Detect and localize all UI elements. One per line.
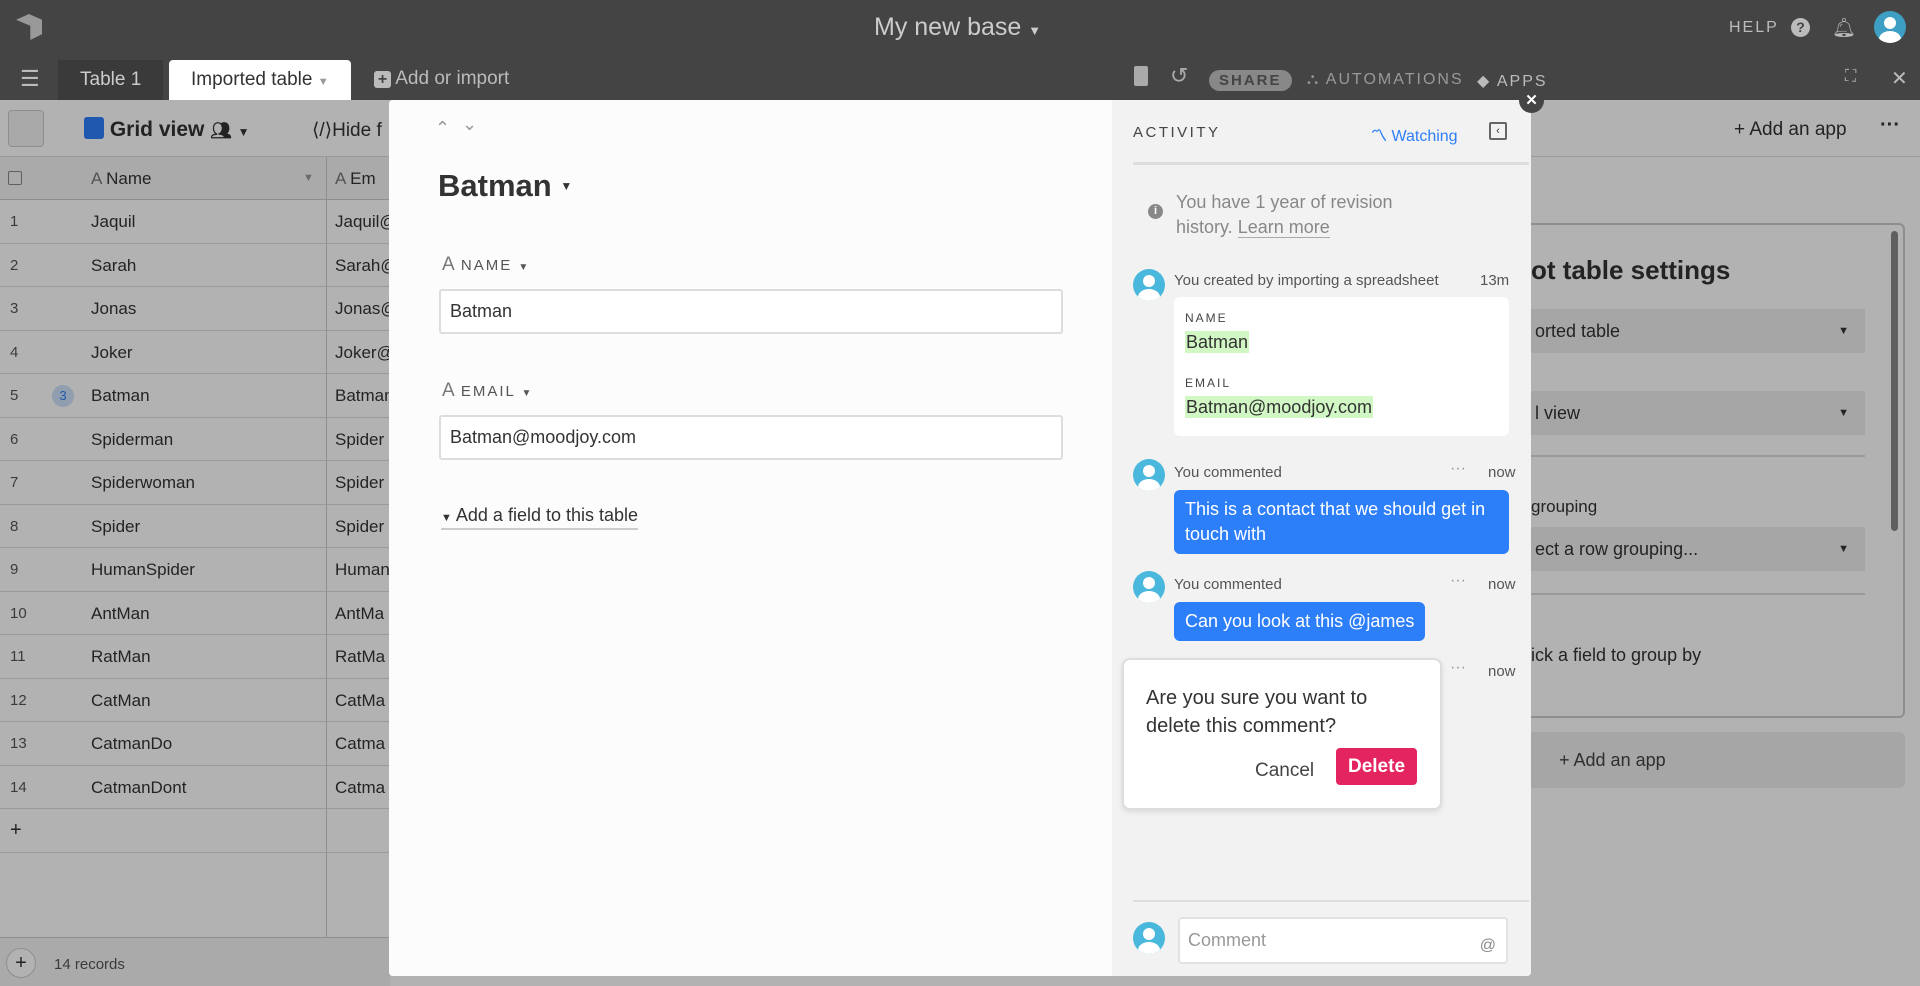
top-bar: My new base ▼ HELP ? 🔔︎ bbox=[0, 0, 1920, 54]
add-or-import-label: Add or import bbox=[395, 68, 510, 89]
info-text: history. bbox=[1176, 217, 1233, 237]
help-text: HELP bbox=[1729, 19, 1779, 36]
automations-label: AUTOMATIONS bbox=[1325, 71, 1464, 88]
plus-square-icon: + bbox=[374, 71, 391, 88]
chevron-down-icon: ▼ bbox=[521, 388, 534, 399]
comment-placeholder: Comment bbox=[1188, 930, 1267, 950]
collapse-panel-icon[interactable]: ‹ bbox=[1489, 122, 1507, 140]
bell-icon[interactable]: 🔔︎ bbox=[1832, 16, 1856, 40]
name-field[interactable]: Batman bbox=[439, 289, 1063, 334]
avatar bbox=[1133, 459, 1165, 491]
chevron-down-icon: ▼ bbox=[560, 179, 573, 193]
automations-icon: ⛬ bbox=[1307, 71, 1321, 88]
divider bbox=[1133, 162, 1529, 165]
timestamp: now bbox=[1488, 464, 1516, 481]
field-label: NAME bbox=[1185, 311, 1228, 325]
chevron-down-icon: ▼ bbox=[317, 76, 329, 88]
learn-more-link[interactable]: Learn more bbox=[1237, 217, 1330, 238]
cancel-button[interactable]: Cancel bbox=[1255, 760, 1314, 782]
add-field-button[interactable]: ▼ Add a field to this table bbox=[441, 505, 639, 530]
add-field-label: Add a field to this table bbox=[455, 505, 639, 525]
highlight: Batman bbox=[1185, 331, 1250, 353]
base-name-text: My new base bbox=[874, 13, 1022, 41]
activity-pane: ACTIVITY 〽 Watching ‹ i You have 1 year … bbox=[1112, 100, 1531, 976]
caret-icon: ▼ bbox=[441, 512, 452, 524]
chevron-down-icon: ▼ bbox=[518, 262, 531, 273]
user-avatar[interactable] bbox=[1874, 11, 1906, 43]
field-label: EMAIL bbox=[1185, 376, 1232, 390]
field-label-text: EMAIL bbox=[460, 383, 516, 400]
mention-button[interactable]: @ bbox=[1480, 937, 1496, 955]
info-text: You have 1 year of revision bbox=[1176, 192, 1393, 212]
highlight: Batman@moodjoy.com bbox=[1185, 396, 1374, 418]
chevron-down-icon: ▼ bbox=[1028, 23, 1042, 38]
timestamp: 13m bbox=[1480, 272, 1510, 289]
info-icon: i bbox=[1148, 204, 1163, 219]
help-link[interactable]: HELP ? bbox=[1729, 18, 1810, 37]
menu-icon[interactable]: ☰ bbox=[20, 66, 40, 92]
record-title[interactable]: Batman ▼ bbox=[438, 168, 572, 204]
comment-options-icon[interactable]: ··· bbox=[1450, 460, 1466, 478]
add-or-import-button[interactable]: + Add or import bbox=[374, 68, 509, 90]
delete-button[interactable]: Delete bbox=[1336, 748, 1417, 785]
fullscreen-icon[interactable]: ⛶ bbox=[1845, 68, 1856, 86]
comment-bubble: This is a contact that we should get in … bbox=[1174, 490, 1509, 554]
activity-created-text: You created by importing a spreadsheet bbox=[1174, 272, 1439, 289]
base-name[interactable]: My new base ▼ bbox=[874, 13, 1041, 42]
comment-bubble: Can you look at this @james bbox=[1174, 602, 1426, 641]
comment-input[interactable]: Comment @ bbox=[1178, 917, 1508, 964]
rss-icon: 〽 bbox=[1371, 128, 1388, 145]
field-label-name[interactable]: A NAME ▼ bbox=[442, 254, 530, 276]
created-fields-card: NAME Batman EMAIL Batman@moodjoy.com bbox=[1174, 297, 1509, 436]
comment-options-icon[interactable]: ··· bbox=[1450, 572, 1466, 590]
close-modal-button[interactable]: ✕ bbox=[1519, 88, 1544, 113]
avatar bbox=[1133, 571, 1165, 603]
text-field-icon: A bbox=[442, 380, 455, 401]
field-label-email[interactable]: A EMAIL ▼ bbox=[442, 380, 533, 402]
timestamp: now bbox=[1488, 663, 1516, 680]
apps-button[interactable]: ◆ APPS bbox=[1477, 71, 1548, 91]
trash-icon[interactable] bbox=[1134, 66, 1148, 86]
avatar bbox=[1133, 269, 1165, 301]
email-field[interactable]: Batman@moodjoy.com bbox=[439, 415, 1063, 460]
timestamp: now bbox=[1488, 576, 1516, 593]
tab-label: Imported table bbox=[191, 69, 313, 90]
tab-table-1[interactable]: Table 1 bbox=[58, 60, 164, 100]
field-label-text: NAME bbox=[460, 257, 513, 274]
apps-icon: ◆ bbox=[1477, 73, 1492, 90]
watching-button[interactable]: 〽 Watching bbox=[1371, 122, 1458, 146]
help-icon: ? bbox=[1790, 18, 1810, 37]
comment-author: You commented bbox=[1174, 576, 1282, 593]
field-value: Batman@moodjoy.com bbox=[1185, 396, 1374, 418]
delete-confirm-popover: Are you sure you want to delete this com… bbox=[1122, 658, 1442, 810]
comment-author: You commented bbox=[1174, 464, 1282, 481]
previous-record-icon[interactable]: ⌃ bbox=[435, 118, 450, 139]
text-field-icon: A bbox=[442, 254, 455, 275]
watching-label: Watching bbox=[1391, 128, 1458, 145]
tab-imported-table[interactable]: Imported table ▼ bbox=[169, 60, 351, 100]
record-modal: ⌃ ⌄ Batman ▼ A NAME ▼ Batman A EMAIL ▼ B… bbox=[389, 100, 1531, 976]
field-value: Batman bbox=[1185, 331, 1250, 353]
record-detail: ⌃ ⌄ Batman ▼ A NAME ▼ Batman A EMAIL ▼ B… bbox=[389, 100, 1112, 976]
activity-header: ACTIVITY bbox=[1133, 124, 1221, 141]
table-tabs: ☰ Table 1 Imported table ▼ + Add or impo… bbox=[0, 54, 1920, 100]
close-apps-icon[interactable]: ✕ bbox=[1891, 66, 1908, 91]
comment-options-icon[interactable]: ··· bbox=[1450, 659, 1466, 677]
revision-info: You have 1 year of revision history. Lear… bbox=[1176, 190, 1392, 240]
automations-button[interactable]: ⛬ AUTOMATIONS bbox=[1307, 71, 1464, 89]
record-title-text: Batman bbox=[438, 168, 552, 203]
avatar bbox=[1133, 922, 1165, 954]
apps-label: APPS bbox=[1496, 73, 1548, 90]
share-button[interactable]: SHARE bbox=[1209, 70, 1292, 91]
divider bbox=[1133, 900, 1529, 902]
history-icon[interactable]: ↺ bbox=[1170, 63, 1188, 89]
confirm-message: Are you sure you want to delete this com… bbox=[1146, 687, 1368, 737]
logo-icon[interactable] bbox=[16, 14, 42, 40]
next-record-icon[interactable]: ⌄ bbox=[462, 114, 477, 135]
